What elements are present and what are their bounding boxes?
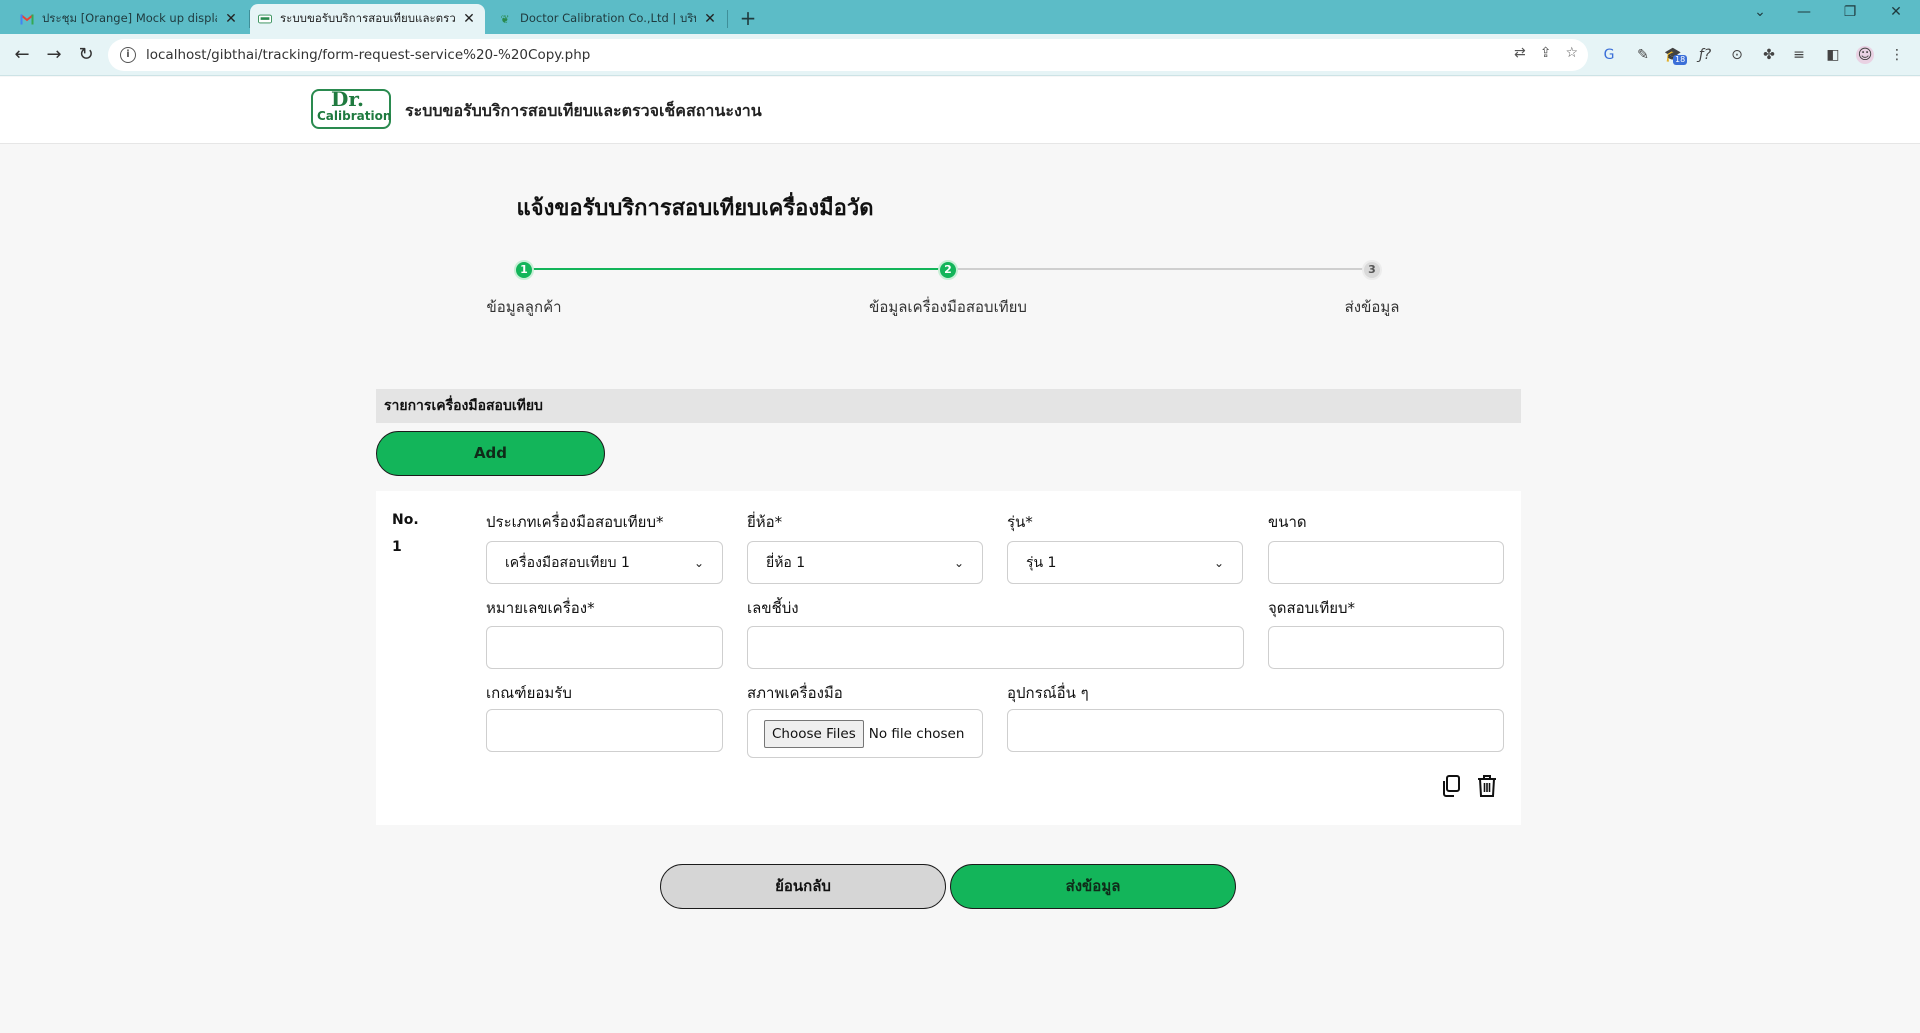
bookmark-star-icon[interactable]: ☆ [1565,45,1578,61]
calibration-points-input[interactable] [1268,626,1504,669]
leaf-icon: ❦ [500,12,510,26]
google-translate-extension-icon[interactable]: G [1600,46,1618,64]
section-header: รายการเครื่องมือสอบเทียบ [376,389,1521,423]
tab-title: ประชุม [Orange] Mock up display [42,11,217,25]
stepper-progress-line [524,268,948,270]
stepper-remaining-line [948,268,1372,270]
size-input[interactable] [1268,541,1504,584]
choose-files-button[interactable]: Choose Files [764,719,864,748]
dr-calibration-logo[interactable]: Dr. Calibration [311,87,392,129]
browser-tab-active[interactable]: ระบบขอรับบริการสอบเทียบและตรวจเช็ค ✕ [250,4,485,34]
chevron-down-icon: ⌄ [1213,555,1224,570]
copy-icon[interactable] [1440,774,1464,800]
step-1-dot: 1 [514,260,534,280]
share-icon[interactable]: ⇪ [1540,45,1552,61]
accessories-input[interactable] [1007,709,1504,752]
address-bar[interactable]: i localhost/gibthai/tracking/form-reques… [108,39,1588,71]
browser-tab-doctor-calibration[interactable]: ❦ Doctor Calibration Co.,Ltd | บริษัท ✕ [490,4,726,34]
forward-arrow-icon[interactable]: → [42,43,66,67]
instrument-type-value: เครื่องมือสอบเทียบ 1 [505,554,630,571]
instrument-condition-label: สภาพเครื่องมือ [747,684,843,702]
model-value: รุ่น 1 [1026,554,1057,571]
accessories-label: อุปกรณ์อื่น ๆ [1007,684,1089,702]
minimize-icon[interactable]: — [1789,4,1819,20]
step-2-dot: 2 [938,260,958,280]
tab-search-icon[interactable]: ⌄ [1745,4,1775,20]
brand-value: ยี่ห้อ 1 [766,554,806,571]
logo-text-dr: Dr. [331,87,365,111]
tab-title: Doctor Calibration Co.,Ltd | บริษัท [520,11,696,25]
site-info-icon[interactable]: i [120,47,136,63]
media-queue-icon[interactable]: ≡ [1790,46,1808,64]
close-tab-icon[interactable]: ✕ [461,11,477,27]
reload-icon[interactable]: ↻ [74,43,98,67]
restore-icon[interactable]: ❐ [1835,4,1865,20]
url-text: localhost/gibthai/tracking/form-request-… [146,47,591,63]
instrument-type-select[interactable]: เครื่องมือสอบเทียบ 1 ⌄ [486,541,723,584]
chevron-down-icon: ⌄ [693,555,704,570]
translate-icon[interactable]: ⇄ [1514,45,1526,61]
instrument-condition-file-input[interactable]: Choose Files No file chosen [747,709,983,758]
chevron-down-icon: ⌄ [953,555,964,570]
app-title: ระบบขอรับบริการสอบเทียบและตรวจเช็คสถานะง… [405,101,762,120]
tab-divider [727,10,728,28]
gmail-icon [20,12,34,26]
close-window-icon[interactable]: ✕ [1881,4,1911,20]
acceptance-criteria-label: เกณฑ์ยอมรับ [486,684,572,702]
acceptance-criteria-input[interactable] [486,709,723,752]
step-3-label: ส่งข้อมูล [1344,298,1400,316]
new-tab-icon[interactable]: + [737,6,759,30]
size-label: ขนาด [1268,513,1307,531]
browser-menu-icon[interactable]: ⋮ [1888,46,1906,64]
back-arrow-icon[interactable]: ← [10,43,34,67]
instrument-type-label: ประเภทเครื่องมือสอบเทียบ* [486,513,664,531]
extension-badge: 18 [1673,55,1688,65]
graduation-cap-extension-icon[interactable]: 🎓 18 [1664,46,1688,65]
doctor-calibration-icon [258,12,272,26]
step-1-label: ข้อมูลลูกค้า [486,298,562,316]
indicator-number-label: เลขชี้บ่ง [747,599,799,617]
step-2-label: ข้อมูลเครื่องมือสอบเทียบ [869,298,1027,316]
step-3-dot: 3 [1362,260,1382,280]
camera-extension-icon[interactable]: ⊙ [1728,46,1746,64]
add-instrument-button[interactable]: Add [376,431,605,476]
close-tab-icon[interactable]: ✕ [223,11,239,27]
serial-number-label: หมายเลขเครื่อง* [486,599,595,617]
app-header: Dr. Calibration ระบบขอรับบริการสอบเทียบแ… [0,77,1920,144]
formula-extension-icon[interactable]: ƒ? [1696,46,1714,64]
trash-icon[interactable] [1476,774,1500,800]
item-number-label: No. [392,512,419,528]
browser-tab-bar: ประชุม [Orange] Mock up display ✕ ระบบขอ… [0,0,1920,34]
brand-select[interactable]: ยี่ห้อ 1 ⌄ [747,541,983,584]
item-number-value: 1 [392,539,402,555]
page-title: แจ้งขอรับบริการสอบเทียบเครื่องมือวัด [516,196,874,221]
brand-label: ยี่ห้อ* [747,513,783,531]
side-panel-icon[interactable]: ◧ [1824,46,1842,64]
calibration-points-label: จุดสอบเทียบ* [1268,599,1356,617]
serial-number-input[interactable] [486,626,723,669]
submit-button[interactable]: ส่งข้อมูล [950,864,1236,909]
indicator-number-input[interactable] [747,626,1244,669]
back-button[interactable]: ย้อนกลับ [660,864,946,909]
extensions-puzzle-icon[interactable]: ✤ [1760,46,1778,64]
tab-title: ระบบขอรับบริการสอบเทียบและตรวจเช็ค [280,11,455,25]
browser-tab-gmail[interactable]: ประชุม [Orange] Mock up display ✕ [12,4,247,34]
profile-avatar[interactable]: ☺ [1856,46,1874,64]
browser-toolbar: ← → ↻ i localhost/gibthai/tracking/form-… [0,34,1920,76]
eyedropper-extension-icon[interactable]: ✎ [1634,46,1652,64]
close-tab-icon[interactable]: ✕ [702,11,718,27]
no-file-chosen-text: No file chosen [868,725,965,742]
logo-text-calibration: Calibration [317,109,392,123]
model-select[interactable]: รุ่น 1 ⌄ [1007,541,1243,584]
model-label: รุ่น* [1007,513,1033,531]
